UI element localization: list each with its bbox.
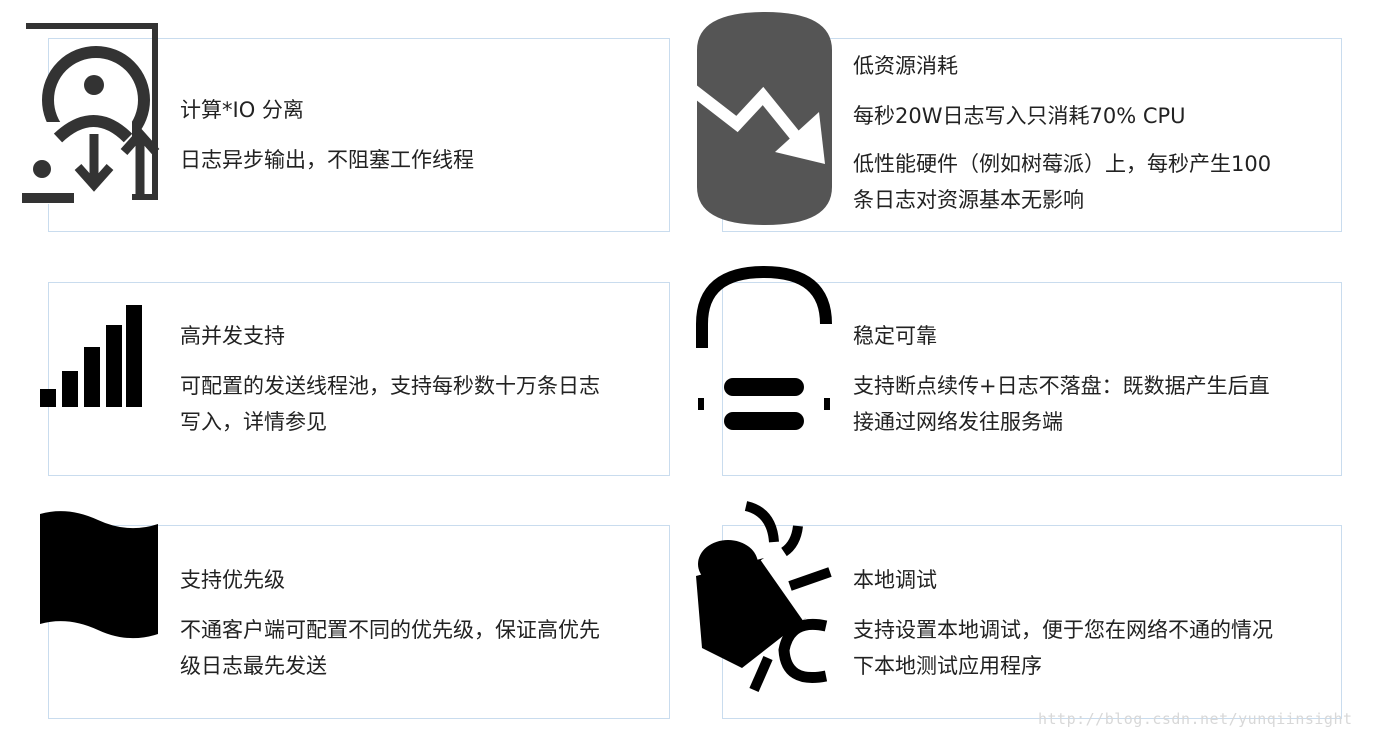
feature-description-line: 接通过网络发往服务端 [853, 410, 1063, 434]
signal-bars-icon [40, 305, 142, 407]
feature-title: 计算*IO 分离 [180, 98, 304, 122]
feature-text-high-concurrency: 高并发支持 可配置的发送线程池，支持每秒数十万条日志 写入，详情参见 [180, 318, 660, 440]
feature-text-io-separation: 计算*IO 分离 日志异步输出，不阻塞工作线程 [180, 92, 660, 178]
feature-description-line: 支持断点续传+日志不落盘：既数据产生后直 [853, 374, 1270, 398]
user-io-icon [22, 23, 160, 204]
feature-description-line: 每秒20W日志写入只消耗70% CPU [853, 104, 1186, 128]
feature-description-line: 低性能硬件（例如树莓派）上，每秒产生100 [853, 152, 1272, 176]
feature-title: 本地调试 [853, 568, 937, 592]
bug-icon [696, 501, 832, 693]
feature-description-line: 日志异步输出，不阻塞工作线程 [180, 148, 474, 172]
cloud-icon [696, 266, 832, 430]
feature-text-local-debug: 本地调试 支持设置本地调试，便于您在网络不通的情况 下本地测试应用程序 [853, 562, 1333, 684]
feature-description-line: 可配置的发送线程池，支持每秒数十万条日志 [180, 374, 600, 398]
flag-icon [40, 511, 158, 639]
feature-text-reliable: 稳定可靠 支持断点续传+日志不落盘：既数据产生后直 接通过网络发往服务端 [853, 318, 1333, 440]
trend-down-icon [697, 12, 832, 225]
watermark: http://blog.csdn.net/yunqiinsight [1038, 710, 1353, 728]
feature-description-line: 条日志对资源基本无影响 [853, 188, 1084, 212]
feature-description-line: 级日志最先发送 [180, 654, 327, 678]
feature-title: 稳定可靠 [853, 324, 937, 348]
feature-title: 支持优先级 [180, 568, 285, 592]
feature-title: 高并发支持 [180, 324, 285, 348]
feature-description-line: 下本地测试应用程序 [853, 654, 1042, 678]
feature-text-priority: 支持优先级 不通客户端可配置不同的优先级，保证高优先 级日志最先发送 [180, 562, 660, 684]
feature-title: 低资源消耗 [853, 54, 958, 78]
feature-description-line: 写入，详情参见 [180, 410, 327, 434]
feature-description-line: 支持设置本地调试，便于您在网络不通的情况 [853, 618, 1273, 642]
feature-text-low-resource: 低资源消耗 每秒20W日志写入只消耗70% CPU 低性能硬件（例如树莓派）上，… [853, 48, 1333, 218]
feature-description-line: 不通客户端可配置不同的优先级，保证高优先 [180, 618, 600, 642]
